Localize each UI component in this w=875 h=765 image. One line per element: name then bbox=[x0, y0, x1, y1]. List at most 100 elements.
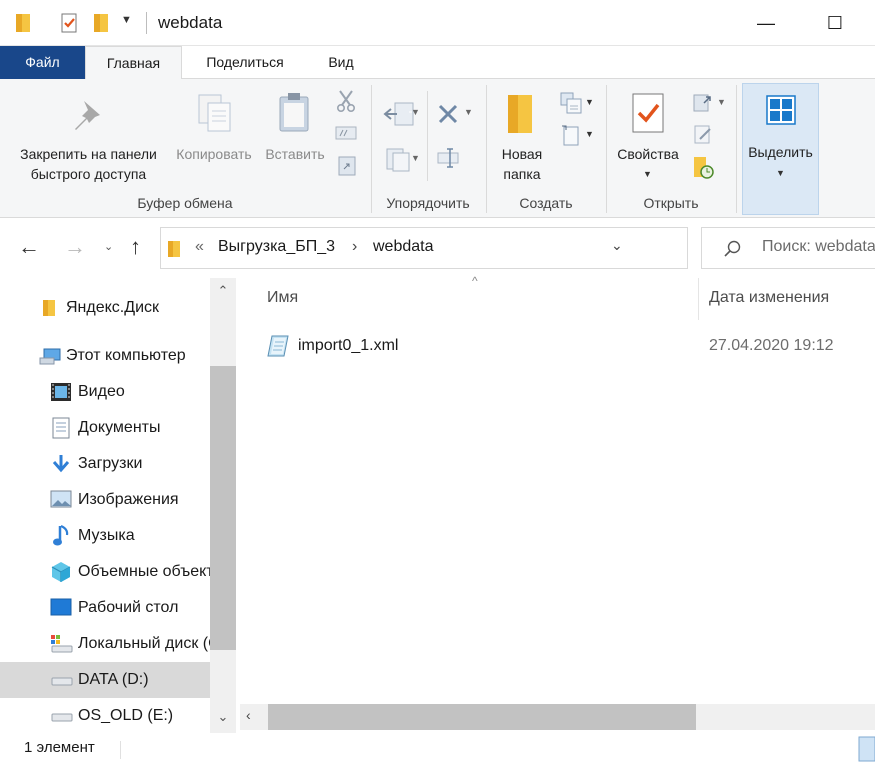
scrollbar-thumb[interactable] bbox=[268, 704, 696, 730]
nav-item-pictures[interactable]: Изображения bbox=[0, 482, 210, 518]
breadcrumb-item[interactable]: webdata bbox=[373, 238, 434, 256]
delete-dropdown-icon[interactable]: ▼ bbox=[464, 107, 473, 117]
properties-dropdown-icon[interactable]: ▼ bbox=[643, 169, 652, 179]
edit-icon[interactable] bbox=[692, 123, 714, 145]
cut-icon[interactable] bbox=[335, 89, 357, 113]
copy-to-dropdown-icon[interactable]: ▼ bbox=[411, 153, 420, 163]
tab-view[interactable]: Вид bbox=[307, 46, 375, 79]
nav-item-label: Музыка bbox=[78, 527, 135, 544]
nav-item-local-disk-c[interactable]: Локальный диск (C:) bbox=[0, 626, 210, 662]
nav-item-video[interactable]: Видео bbox=[0, 374, 210, 410]
nav-item-label: Яндекс.Диск bbox=[66, 299, 160, 316]
properties-button[interactable]: Свойства bbox=[610, 144, 686, 164]
sort-indicator-icon: ^ bbox=[472, 274, 478, 288]
address-bar[interactable]: « Выгрузка_БП_3 › webdata ⌄ ↻ bbox=[160, 227, 835, 269]
nav-item-os-old-e[interactable]: OS_OLD (E:) bbox=[0, 698, 210, 733]
forward-arrow-icon[interactable]: → bbox=[64, 234, 86, 260]
open-dropdown-icon[interactable]: ▼ bbox=[717, 97, 726, 107]
group-separator bbox=[736, 85, 737, 213]
nav-item-downloads[interactable]: Загрузки bbox=[0, 446, 210, 482]
easy-access-dropdown-icon[interactable]: ▼ bbox=[585, 129, 594, 139]
recent-locations-chevron-icon[interactable]: ⌄ bbox=[104, 240, 113, 253]
nav-item-documents[interactable]: Документы bbox=[0, 410, 210, 446]
new-item-dropdown-icon[interactable]: ▼ bbox=[585, 97, 594, 107]
tab-file[interactable]: Файл bbox=[0, 46, 85, 79]
nav-item-label: Документы bbox=[78, 419, 161, 436]
new-folder-label-line1: Новая bbox=[501, 146, 543, 162]
file-list-horizontal-scrollbar[interactable]: ‹ bbox=[240, 704, 875, 730]
move-to-dropdown-icon[interactable]: ▼ bbox=[411, 107, 420, 117]
group-separator bbox=[606, 85, 607, 213]
copy-button[interactable]: Копировать bbox=[170, 144, 258, 164]
scroll-down-icon[interactable]: ⌄ bbox=[210, 704, 236, 730]
easy-access-icon[interactable] bbox=[559, 123, 583, 147]
navigation-bar: ← → ⌄ ↑ « Выгрузка_БП_3 › webdata ⌄ ↻ По… bbox=[0, 218, 875, 278]
details-view-icon[interactable] bbox=[858, 735, 875, 763]
paste-button[interactable]: Вставить bbox=[260, 144, 330, 164]
open-group-label: Открыть bbox=[643, 195, 699, 211]
breadcrumb-separator-icon[interactable]: › bbox=[352, 238, 357, 256]
nav-item-3d-objects[interactable]: Объемные объекты bbox=[0, 554, 210, 590]
nav-item-this-pc[interactable]: Этот компьютер bbox=[0, 338, 210, 374]
search-input[interactable]: Поиск: webdata bbox=[762, 238, 875, 256]
window-title: webdata bbox=[158, 13, 223, 32]
up-arrow-icon[interactable]: ↑ bbox=[130, 234, 141, 260]
column-header-date[interactable]: Дата изменения bbox=[709, 289, 829, 307]
tab-home[interactable]: Главная bbox=[85, 46, 182, 80]
breadcrumb-overflow[interactable]: « bbox=[195, 238, 204, 256]
copy-path-icon[interactable] bbox=[335, 125, 357, 141]
paste-icon bbox=[279, 93, 309, 132]
group-separator bbox=[486, 85, 487, 213]
file-modified-date: 27.04.2020 19:12 bbox=[709, 337, 834, 354]
select-grid-icon bbox=[766, 95, 796, 125]
status-separator bbox=[120, 741, 121, 759]
desktop-icon bbox=[50, 598, 72, 616]
nav-item-label: Изображения bbox=[78, 491, 179, 508]
navigation-pane-scrollbar[interactable]: ⌃ ⌄ bbox=[210, 278, 236, 733]
scrollbar-thumb[interactable] bbox=[210, 366, 236, 650]
minimize-button[interactable]: — bbox=[743, 0, 789, 46]
tab-share[interactable]: Поделиться bbox=[183, 46, 307, 79]
file-row[interactable]: import0_1.xml bbox=[264, 332, 684, 360]
new-folder-button[interactable]: Новая папка bbox=[490, 144, 554, 184]
address-dropdown-icon[interactable]: ⌄ bbox=[611, 237, 623, 254]
music-icon bbox=[53, 524, 69, 546]
nav-item-yandex-disk[interactable]: Яндекс.Диск bbox=[0, 290, 210, 326]
delete-icon[interactable] bbox=[436, 103, 460, 125]
rename-icon[interactable] bbox=[436, 147, 460, 169]
properties-quick-access-icon[interactable] bbox=[58, 12, 80, 34]
maximize-button[interactable]: ☐ bbox=[812, 0, 858, 46]
folder-icon bbox=[43, 300, 55, 316]
item-count: 1 элемент bbox=[24, 739, 95, 756]
new-folder-quick-access-icon[interactable] bbox=[92, 12, 110, 34]
nav-item-data-d[interactable]: DATA (D:) bbox=[0, 662, 210, 698]
paste-shortcut-icon[interactable] bbox=[337, 153, 357, 177]
video-icon bbox=[51, 383, 71, 401]
nav-item-desktop[interactable]: Рабочий стол bbox=[0, 590, 210, 626]
folder-icon[interactable] bbox=[14, 12, 32, 34]
xml-file-icon bbox=[267, 335, 289, 357]
back-arrow-icon[interactable]: ← bbox=[18, 234, 40, 260]
nav-item-label: Этот компьютер bbox=[66, 347, 186, 364]
pictures-icon bbox=[50, 490, 72, 508]
pin-quick-access-button[interactable]: Закрепить на панели быстрого доступа bbox=[10, 144, 167, 184]
title-separator bbox=[146, 12, 147, 34]
drive-icon bbox=[51, 677, 73, 686]
breadcrumb-item[interactable]: Выгрузка_БП_3 bbox=[218, 238, 335, 256]
properties-icon bbox=[632, 93, 664, 133]
scroll-up-icon[interactable]: ⌃ bbox=[210, 278, 236, 304]
open-icon[interactable] bbox=[692, 91, 714, 113]
nav-item-music[interactable]: Музыка bbox=[0, 518, 210, 554]
new-item-icon[interactable] bbox=[559, 91, 583, 115]
history-icon[interactable] bbox=[692, 155, 716, 181]
select-dropdown-icon: ▼ bbox=[776, 168, 785, 178]
navigation-pane: Яндекс.Диск Этот компьютер Видео Докумен… bbox=[0, 278, 236, 733]
column-header-name[interactable]: Имя bbox=[267, 289, 298, 307]
3d-objects-icon bbox=[51, 562, 71, 582]
customize-quick-access-icon[interactable]: ▼ bbox=[121, 14, 132, 26]
select-button[interactable]: Выделить ▼ bbox=[742, 83, 819, 215]
column-separator[interactable] bbox=[698, 278, 699, 320]
nav-item-label: Объемные объекты bbox=[78, 563, 210, 580]
scroll-left-icon[interactable]: ‹ bbox=[246, 707, 251, 723]
search-box[interactable]: Поиск: webdata bbox=[701, 227, 875, 269]
